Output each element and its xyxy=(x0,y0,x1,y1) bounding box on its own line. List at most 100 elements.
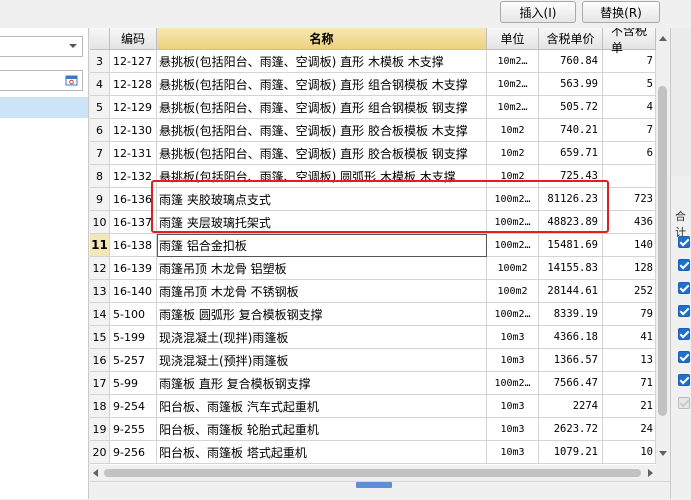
price-cell[interactable]: 505.72 xyxy=(539,96,603,119)
row-number[interactable]: 6 xyxy=(90,119,110,142)
unit-cell[interactable]: 100m2 xyxy=(487,257,539,280)
name-cell[interactable]: 悬挑板(包括阳台、雨篷、空调板) 直形 组合钢模板 钢支撑 xyxy=(157,96,487,119)
splitter-grip[interactable] xyxy=(356,482,392,488)
code-cell[interactable]: 9-254 xyxy=(110,395,157,418)
code-cell[interactable]: 5-257 xyxy=(110,349,157,372)
code-cell[interactable]: 16-137 xyxy=(110,211,157,234)
column-header-price[interactable]: 含税单价 xyxy=(539,28,603,50)
excl-tax-cell[interactable]: 7 xyxy=(603,119,656,142)
excl-tax-cell[interactable]: 128 xyxy=(603,257,656,280)
price-cell[interactable]: 563.99 xyxy=(539,73,603,96)
excl-tax-cell[interactable]: 71 xyxy=(603,372,656,395)
row-number[interactable]: 18 xyxy=(90,395,110,418)
table-row[interactable]: 10 16-137 雨篷 夹层玻璃托架式 100m2… 48823.89 436 xyxy=(90,211,656,234)
unit-cell[interactable]: 100m2 xyxy=(487,280,539,303)
price-cell[interactable]: 1079.21 xyxy=(539,441,603,464)
table-row[interactable]: 11 16-138 雨篷 铝合金扣板 100m2… 15481.69 140 xyxy=(90,234,656,257)
excl-tax-cell[interactable]: 436 xyxy=(603,211,656,234)
excl-tax-cell[interactable]: 252 xyxy=(603,280,656,303)
checkbox[interactable] xyxy=(678,236,690,248)
unit-cell[interactable]: 10m3 xyxy=(487,418,539,441)
code-cell[interactable]: 5-199 xyxy=(110,326,157,349)
name-cell[interactable]: 雨篷吊顶 木龙骨 不锈钢板 xyxy=(157,280,487,303)
unit-cell[interactable]: 100m2… xyxy=(487,303,539,326)
checkbox[interactable] xyxy=(678,351,690,363)
name-cell[interactable]: 悬挑板(包括阳台、雨篷、空调板) 直形 胶合板模板 木支撑 xyxy=(157,119,487,142)
unit-cell[interactable]: 10m3 xyxy=(487,349,539,372)
code-cell[interactable]: 16-138 xyxy=(110,234,157,257)
table-row[interactable]: 17 5-99 雨篷板 直形 复合模板钢支撑 100m2… 7566.47 71 xyxy=(90,372,656,395)
name-cell[interactable]: 现浇混凝土(现拌)雨篷板 xyxy=(157,326,487,349)
name-cell[interactable]: 雨篷 夹胶玻璃点支式 xyxy=(157,188,487,211)
selected-tree-item[interactable] xyxy=(0,97,88,118)
table-row[interactable]: 9 16-136 雨篷 夹胶玻璃点支式 100m2… 81126.23 723 xyxy=(90,188,656,211)
category-dropdown[interactable] xyxy=(0,36,83,57)
table-row[interactable]: 6 12-130 悬挑板(包括阳台、雨篷、空调板) 直形 胶合板模板 木支撑 10m2… xyxy=(90,119,656,142)
unit-cell[interactable]: 10m2… xyxy=(487,50,539,73)
unit-cell[interactable]: 100m2… xyxy=(487,211,539,234)
row-number[interactable]: 17 xyxy=(90,372,110,395)
table-row[interactable]: 4 12-128 悬挑板(包括阳台、雨篷、空调板) 直形 组合钢模板 木支撑 10m2… xyxy=(90,73,656,96)
table-row[interactable]: 12 16-139 雨篷吊顶 木龙骨 铝塑板 100m2 14155.83 128 xyxy=(90,257,656,280)
table-row[interactable]: 18 9-254 阳台板、雨篷板 汽车式起重机 10m3 2274 21 xyxy=(90,395,656,418)
row-number[interactable]: 8 xyxy=(90,165,110,188)
name-cell[interactable]: 悬挑板(包括阳台、雨篷、空调板) 直形 组合钢模板 木支撑 xyxy=(157,73,487,96)
name-cell[interactable]: 悬挑板(包括阳台、雨篷、空调板) 直形 胶合板模板 钢支撑 xyxy=(157,142,487,165)
price-cell[interactable]: 8339.19 xyxy=(539,303,603,326)
table-row[interactable]: 14 5-100 雨篷板 圆弧形 复合模板钢支撑 100m2… 8339.19 79 xyxy=(90,303,656,326)
checkbox[interactable] xyxy=(678,397,690,409)
excl-tax-cell[interactable]: 10 xyxy=(603,441,656,464)
insert-button[interactable]: 插入(I) xyxy=(500,1,576,23)
excl-tax-cell[interactable]: 140 xyxy=(603,234,656,257)
unit-cell[interactable]: 100m2… xyxy=(487,234,539,257)
price-cell[interactable]: 28144.61 xyxy=(539,280,603,303)
row-number[interactable]: 15 xyxy=(90,326,110,349)
excl-tax-cell[interactable]: 21 xyxy=(603,395,656,418)
row-number[interactable]: 4 xyxy=(90,73,110,96)
table-row[interactable]: 16 5-257 现浇混凝土(预拌)雨篷板 10m3 1366.57 13 xyxy=(90,349,656,372)
unit-cell[interactable]: 10m2 xyxy=(487,165,539,188)
excl-tax-cell[interactable]: 5 xyxy=(603,73,656,96)
row-number[interactable]: 10 xyxy=(90,211,110,234)
row-number[interactable]: 11 xyxy=(90,234,110,257)
unit-cell[interactable]: 10m3 xyxy=(487,395,539,418)
row-number[interactable]: 9 xyxy=(90,188,110,211)
column-header-name[interactable]: 名称 xyxy=(157,28,487,50)
search-tree-icon[interactable] xyxy=(65,74,78,87)
vertical-scrollbar[interactable] xyxy=(656,28,670,465)
unit-cell[interactable]: 10m2… xyxy=(487,73,539,96)
row-number[interactable]: 13 xyxy=(90,280,110,303)
excl-tax-cell[interactable]: 723 xyxy=(603,188,656,211)
name-cell[interactable]: 阳台板、雨篷板 轮胎式起重机 xyxy=(157,418,487,441)
unit-cell[interactable]: 10m2 xyxy=(487,142,539,165)
code-cell[interactable]: 9-255 xyxy=(110,418,157,441)
checkbox[interactable] xyxy=(678,282,690,294)
unit-cell[interactable]: 10m2… xyxy=(487,96,539,119)
price-cell[interactable]: 1366.57 xyxy=(539,349,603,372)
row-number[interactable]: 3 xyxy=(90,50,110,73)
scroll-up-icon[interactable] xyxy=(659,36,667,41)
row-number[interactable]: 16 xyxy=(90,349,110,372)
row-number[interactable]: 20 xyxy=(90,441,110,464)
code-cell[interactable]: 16-140 xyxy=(110,280,157,303)
excl-tax-cell[interactable]: 4 xyxy=(603,96,656,119)
price-cell[interactable]: 740.21 xyxy=(539,119,603,142)
column-header-code[interactable]: 编码 xyxy=(110,28,157,50)
code-cell[interactable]: 12-132 xyxy=(110,165,157,188)
row-number[interactable]: 12 xyxy=(90,257,110,280)
name-cell[interactable]: 雨篷板 圆弧形 复合模板钢支撑 xyxy=(157,303,487,326)
name-cell[interactable]: 雨篷 铝合金扣板 xyxy=(157,234,487,257)
code-cell[interactable]: 12-129 xyxy=(110,96,157,119)
code-cell[interactable]: 16-139 xyxy=(110,257,157,280)
code-cell[interactable]: 12-131 xyxy=(110,142,157,165)
horizontal-scroll-thumb[interactable] xyxy=(104,469,641,477)
replace-button[interactable]: 替换(R) xyxy=(582,1,660,23)
unit-cell[interactable]: 100m2… xyxy=(487,188,539,211)
table-row[interactable]: 20 9-256 阳台板、雨篷板 塔式起重机 10m3 1079.21 10 xyxy=(90,441,656,464)
horizontal-scrollbar[interactable] xyxy=(90,465,656,481)
name-cell[interactable]: 现浇混凝土(预拌)雨篷板 xyxy=(157,349,487,372)
price-cell[interactable]: 725.43 xyxy=(539,165,603,188)
name-cell[interactable]: 雨篷吊顶 木龙骨 铝塑板 xyxy=(157,257,487,280)
scroll-left-icon[interactable] xyxy=(93,469,98,477)
excl-tax-cell[interactable] xyxy=(603,165,656,188)
